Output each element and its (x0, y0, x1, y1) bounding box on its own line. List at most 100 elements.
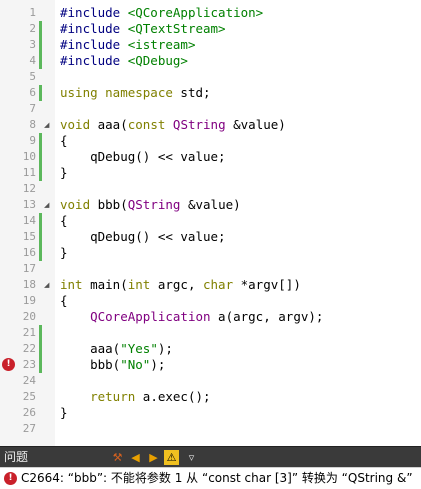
code-text: #include <QCoreApplication> (60, 5, 264, 20)
line-number: 23 (22, 358, 36, 371)
code-editor[interactable]: 1 #include <QCoreApplication> 2 #include <Q… (0, 0, 421, 446)
code-line[interactable]: 4 #include <QDebug> (0, 53, 421, 69)
code-text: void bbb(QString &value) (60, 197, 241, 212)
line-number: 13 (22, 198, 36, 211)
issue-message: C2664: “bbb”: 不能将参数 1 从 “const char [3]”… (21, 471, 413, 485)
code-text: qDebug() << value; (60, 229, 226, 244)
issue-row[interactable]: ! C2664: “bbb”: 不能将参数 1 从 “const char [3… (0, 467, 421, 489)
change-marker (39, 229, 42, 245)
code-line[interactable]: 17 (0, 261, 421, 277)
previous-icon[interactable]: ◀ (128, 450, 143, 465)
code-line[interactable]: 22 aaa("Yes"); (0, 341, 421, 357)
change-marker (39, 245, 42, 261)
code-line[interactable]: 12 (0, 181, 421, 197)
code-line[interactable]: 19 { (0, 293, 421, 309)
change-marker (39, 133, 42, 149)
line-number: 20 (22, 310, 36, 323)
code-text: } (60, 405, 68, 420)
change-marker (39, 21, 42, 37)
code-line[interactable]: 27 (0, 421, 421, 437)
line-number: 5 (29, 70, 36, 83)
code-text: qDebug() << value; (60, 149, 226, 164)
code-text: int main(int argc, char *argv[]) (60, 277, 301, 292)
code-text: { (60, 293, 68, 308)
change-marker (39, 165, 42, 181)
code-line[interactable]: 1 #include <QCoreApplication> (0, 5, 421, 21)
code-text: } (60, 245, 68, 260)
change-marker (39, 149, 42, 165)
code-line[interactable]: 11} (0, 165, 421, 181)
code-line[interactable]: 20 QCoreApplication a(argc, argv); (0, 309, 421, 325)
code-line[interactable]: 14 { (0, 213, 421, 229)
line-number: 10 (22, 150, 36, 163)
line-number: 17 (22, 262, 36, 275)
change-marker (39, 85, 42, 101)
code-text: #include <QDebug> (60, 53, 188, 68)
code-text: void aaa(const QString &value) (60, 117, 286, 132)
code-text: bbb("No"); (60, 357, 166, 372)
next-icon[interactable]: ▶ (146, 450, 161, 465)
code-text: { (60, 213, 68, 228)
change-marker (39, 325, 42, 341)
line-number: 14 (22, 214, 36, 227)
filter-icon[interactable]: ▿ (184, 450, 199, 465)
line-number: 21 (22, 326, 36, 339)
code-text: } (60, 165, 68, 180)
change-marker (39, 53, 42, 69)
fold-toggle-icon[interactable]: ◢ (44, 201, 52, 209)
code-line[interactable]: 18 ◢ int main(int argc, char *argv[]) (0, 277, 421, 293)
line-number: 11 (22, 166, 36, 179)
line-number: 18 (22, 278, 36, 291)
line-number: 24 (22, 374, 36, 387)
line-number: 1 (29, 6, 36, 19)
warning-filter-icon[interactable]: ⚠ (164, 450, 179, 465)
error-icon: ! (4, 472, 17, 485)
code-line[interactable]: 10 qDebug() << value; (0, 149, 421, 165)
code-text: #include <QTextStream> (60, 21, 226, 36)
code-line[interactable]: 9{ (0, 133, 421, 149)
code-line[interactable]: 2 #include <QTextStream> (0, 21, 421, 37)
fold-toggle-icon[interactable]: ◢ (44, 281, 52, 289)
code-text: QCoreApplication a(argc, argv); (90, 309, 324, 324)
line-number: 22 (22, 342, 36, 355)
line-number: 2 (29, 22, 36, 35)
line-number: 12 (22, 182, 36, 195)
code-text: #include <istream> (60, 37, 196, 52)
code-text: using namespace std; (60, 85, 211, 100)
line-number: 26 (22, 406, 36, 419)
build-error-icon[interactable]: ⚒ (110, 450, 125, 465)
code-text: { (60, 133, 68, 148)
code-line[interactable]: 26} (0, 405, 421, 421)
code-line[interactable]: 24 (0, 373, 421, 389)
code-line[interactable]: 15 qDebug() << value; (0, 229, 421, 245)
code-line[interactable]: ! 23 bbb("No"); (0, 357, 421, 373)
issues-panel-header: 问题 ⚒ ◀ ▶ ⚠ ▿ (0, 446, 421, 467)
line-number: 8 (29, 118, 36, 131)
line-number: 4 (29, 54, 36, 67)
code-line[interactable]: 3 #include <istream> (0, 37, 421, 53)
fold-toggle-icon[interactable]: ◢ (44, 121, 52, 129)
code-line[interactable]: 5 (0, 69, 421, 85)
line-number: 16 (22, 246, 36, 259)
line-number: 9 (29, 134, 36, 147)
change-marker (39, 341, 42, 357)
code-line[interactable]: 8 ◢ void aaa(const QString &value) (0, 117, 421, 133)
change-marker (39, 357, 42, 373)
line-number: 3 (29, 38, 36, 51)
code-line[interactable]: 7 (0, 101, 421, 117)
code-text: aaa("Yes"); (60, 341, 173, 356)
code-line[interactable]: 6 using namespace std; (0, 85, 421, 101)
line-number: 6 (29, 86, 36, 99)
line-number: 7 (29, 102, 36, 115)
code-line[interactable]: 21 (0, 325, 421, 341)
line-number: 27 (22, 422, 36, 435)
code-text: return a.exec(); (90, 389, 211, 404)
code-line[interactable]: 25 return a.exec(); (0, 389, 421, 405)
line-number: 25 (22, 390, 36, 403)
change-marker (39, 37, 42, 53)
code-line[interactable]: 16} (0, 245, 421, 261)
change-marker (39, 213, 42, 229)
issues-panel-title: 问题 (4, 450, 29, 464)
code-line[interactable]: 13 ◢ void bbb(QString &value) (0, 197, 421, 213)
line-number: 15 (22, 230, 36, 243)
